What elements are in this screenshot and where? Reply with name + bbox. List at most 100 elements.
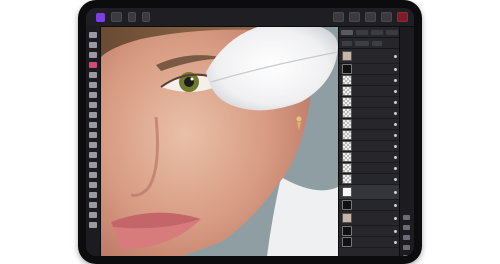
red-eye-icon[interactable] xyxy=(89,122,97,128)
fill-icon[interactable] xyxy=(89,82,97,88)
layer-thumbnail xyxy=(342,200,352,210)
canvas[interactable] xyxy=(101,27,338,256)
layer-row[interactable] xyxy=(339,200,400,211)
layer-row[interactable] xyxy=(339,108,400,119)
layer-row[interactable] xyxy=(339,49,400,64)
visibility-toggle-icon[interactable] xyxy=(394,229,397,233)
layer-thumbnail xyxy=(342,130,352,140)
layer-thumbnail xyxy=(342,75,352,85)
pen-icon[interactable] xyxy=(89,182,97,188)
adjustments-tab-icon[interactable] xyxy=(356,29,368,35)
layer-row[interactable] xyxy=(339,226,400,237)
layer-thumbnail xyxy=(342,108,352,118)
navigator-icon[interactable] xyxy=(403,215,410,220)
blend-mode-dropdown[interactable] xyxy=(355,40,369,46)
visibility-toggle-icon[interactable] xyxy=(394,89,397,93)
visibility-toggle-icon[interactable] xyxy=(394,54,397,58)
layer-row[interactable] xyxy=(339,64,400,75)
tools-panel xyxy=(86,26,101,256)
app-screen xyxy=(86,8,414,256)
layer-controls xyxy=(339,38,400,49)
share-icon[interactable] xyxy=(365,12,376,22)
visibility-toggle-icon[interactable] xyxy=(394,177,397,181)
clone-icon[interactable] xyxy=(89,102,97,108)
brushes-icon[interactable] xyxy=(403,245,410,250)
layer-thumbnail xyxy=(342,119,352,129)
grid-icon[interactable] xyxy=(142,12,150,22)
gradient-icon[interactable] xyxy=(89,92,97,98)
visibility-toggle-icon[interactable] xyxy=(394,111,397,115)
layer-thumbnail xyxy=(342,187,352,197)
affinity-photo-logo[interactable] xyxy=(96,12,105,22)
opacity-control[interactable] xyxy=(342,40,352,46)
text-icon[interactable] xyxy=(89,202,97,208)
hand-icon[interactable] xyxy=(89,222,97,228)
layer-row[interactable] xyxy=(339,97,400,108)
studio-tabs xyxy=(339,27,400,38)
layer-thumbnail xyxy=(342,64,352,74)
studio-strip xyxy=(399,27,414,256)
layer-row[interactable] xyxy=(339,211,400,226)
visibility-toggle-icon[interactable] xyxy=(394,155,397,159)
channels-icon[interactable] xyxy=(403,235,410,240)
visibility-toggle-icon[interactable] xyxy=(394,166,397,170)
zoom-icon[interactable] xyxy=(89,212,97,218)
layer-row[interactable] xyxy=(339,86,400,97)
erase-icon[interactable] xyxy=(89,72,97,78)
layer-options-button[interactable] xyxy=(372,40,382,46)
history-icon[interactable] xyxy=(403,225,410,230)
layer-row[interactable] xyxy=(339,163,400,174)
layers-tab-icon[interactable] xyxy=(341,29,353,35)
visibility-toggle-icon[interactable] xyxy=(394,100,397,104)
layer-thumbnail xyxy=(342,152,352,162)
document-menu-icon[interactable] xyxy=(111,12,122,22)
move-icon[interactable] xyxy=(89,32,97,38)
smudge-icon[interactable] xyxy=(89,162,97,168)
help-icon[interactable] xyxy=(397,12,408,22)
top-toolbar xyxy=(86,8,414,27)
layer-thumbnail xyxy=(342,226,352,236)
visibility-toggle-icon[interactable] xyxy=(394,78,397,82)
layer-thumbnail xyxy=(342,213,352,223)
layer-thumbnail xyxy=(342,86,352,96)
layers-studio xyxy=(338,27,400,256)
styles-tab-icon[interactable] xyxy=(386,29,398,35)
layer-row[interactable] xyxy=(339,75,400,86)
settings-icon[interactable] xyxy=(381,12,392,22)
layer-row[interactable] xyxy=(339,174,400,185)
layer-row[interactable] xyxy=(339,130,400,141)
redo-icon[interactable] xyxy=(349,12,360,22)
paint-brush-icon[interactable] xyxy=(89,62,97,68)
layer-row[interactable] xyxy=(339,185,400,200)
undo-icon[interactable] xyxy=(333,12,344,22)
burn-icon[interactable] xyxy=(89,142,97,148)
layer-row[interactable] xyxy=(339,119,400,130)
top-toolbar-right xyxy=(328,12,408,22)
layer-thumbnail xyxy=(342,237,352,247)
healing-icon[interactable] xyxy=(89,112,97,118)
layer-row[interactable] xyxy=(339,152,400,163)
shape-icon[interactable] xyxy=(89,192,97,198)
dodge-icon[interactable] xyxy=(89,132,97,138)
visibility-toggle-icon[interactable] xyxy=(394,67,397,71)
layer-list xyxy=(339,49,400,248)
layer-row[interactable] xyxy=(339,141,400,152)
persona-icon[interactable] xyxy=(128,12,136,22)
sponge-icon[interactable] xyxy=(89,152,97,158)
crop-icon[interactable] xyxy=(89,52,97,58)
layer-thumbnail xyxy=(342,51,352,61)
blur-icon[interactable] xyxy=(89,172,97,178)
effects-tab-icon[interactable] xyxy=(371,29,383,35)
visibility-toggle-icon[interactable] xyxy=(394,144,397,148)
visibility-toggle-icon[interactable] xyxy=(394,216,397,220)
visibility-toggle-icon[interactable] xyxy=(394,190,397,194)
visibility-toggle-icon[interactable] xyxy=(394,122,397,126)
visibility-toggle-icon[interactable] xyxy=(394,203,397,207)
selection-icon[interactable] xyxy=(89,42,97,48)
layer-thumbnail xyxy=(342,141,352,151)
visibility-toggle-icon[interactable] xyxy=(394,133,397,137)
tablet-device xyxy=(78,0,422,264)
visibility-toggle-icon[interactable] xyxy=(394,240,397,244)
layer-row[interactable] xyxy=(339,237,400,248)
color-icon[interactable] xyxy=(403,255,410,256)
